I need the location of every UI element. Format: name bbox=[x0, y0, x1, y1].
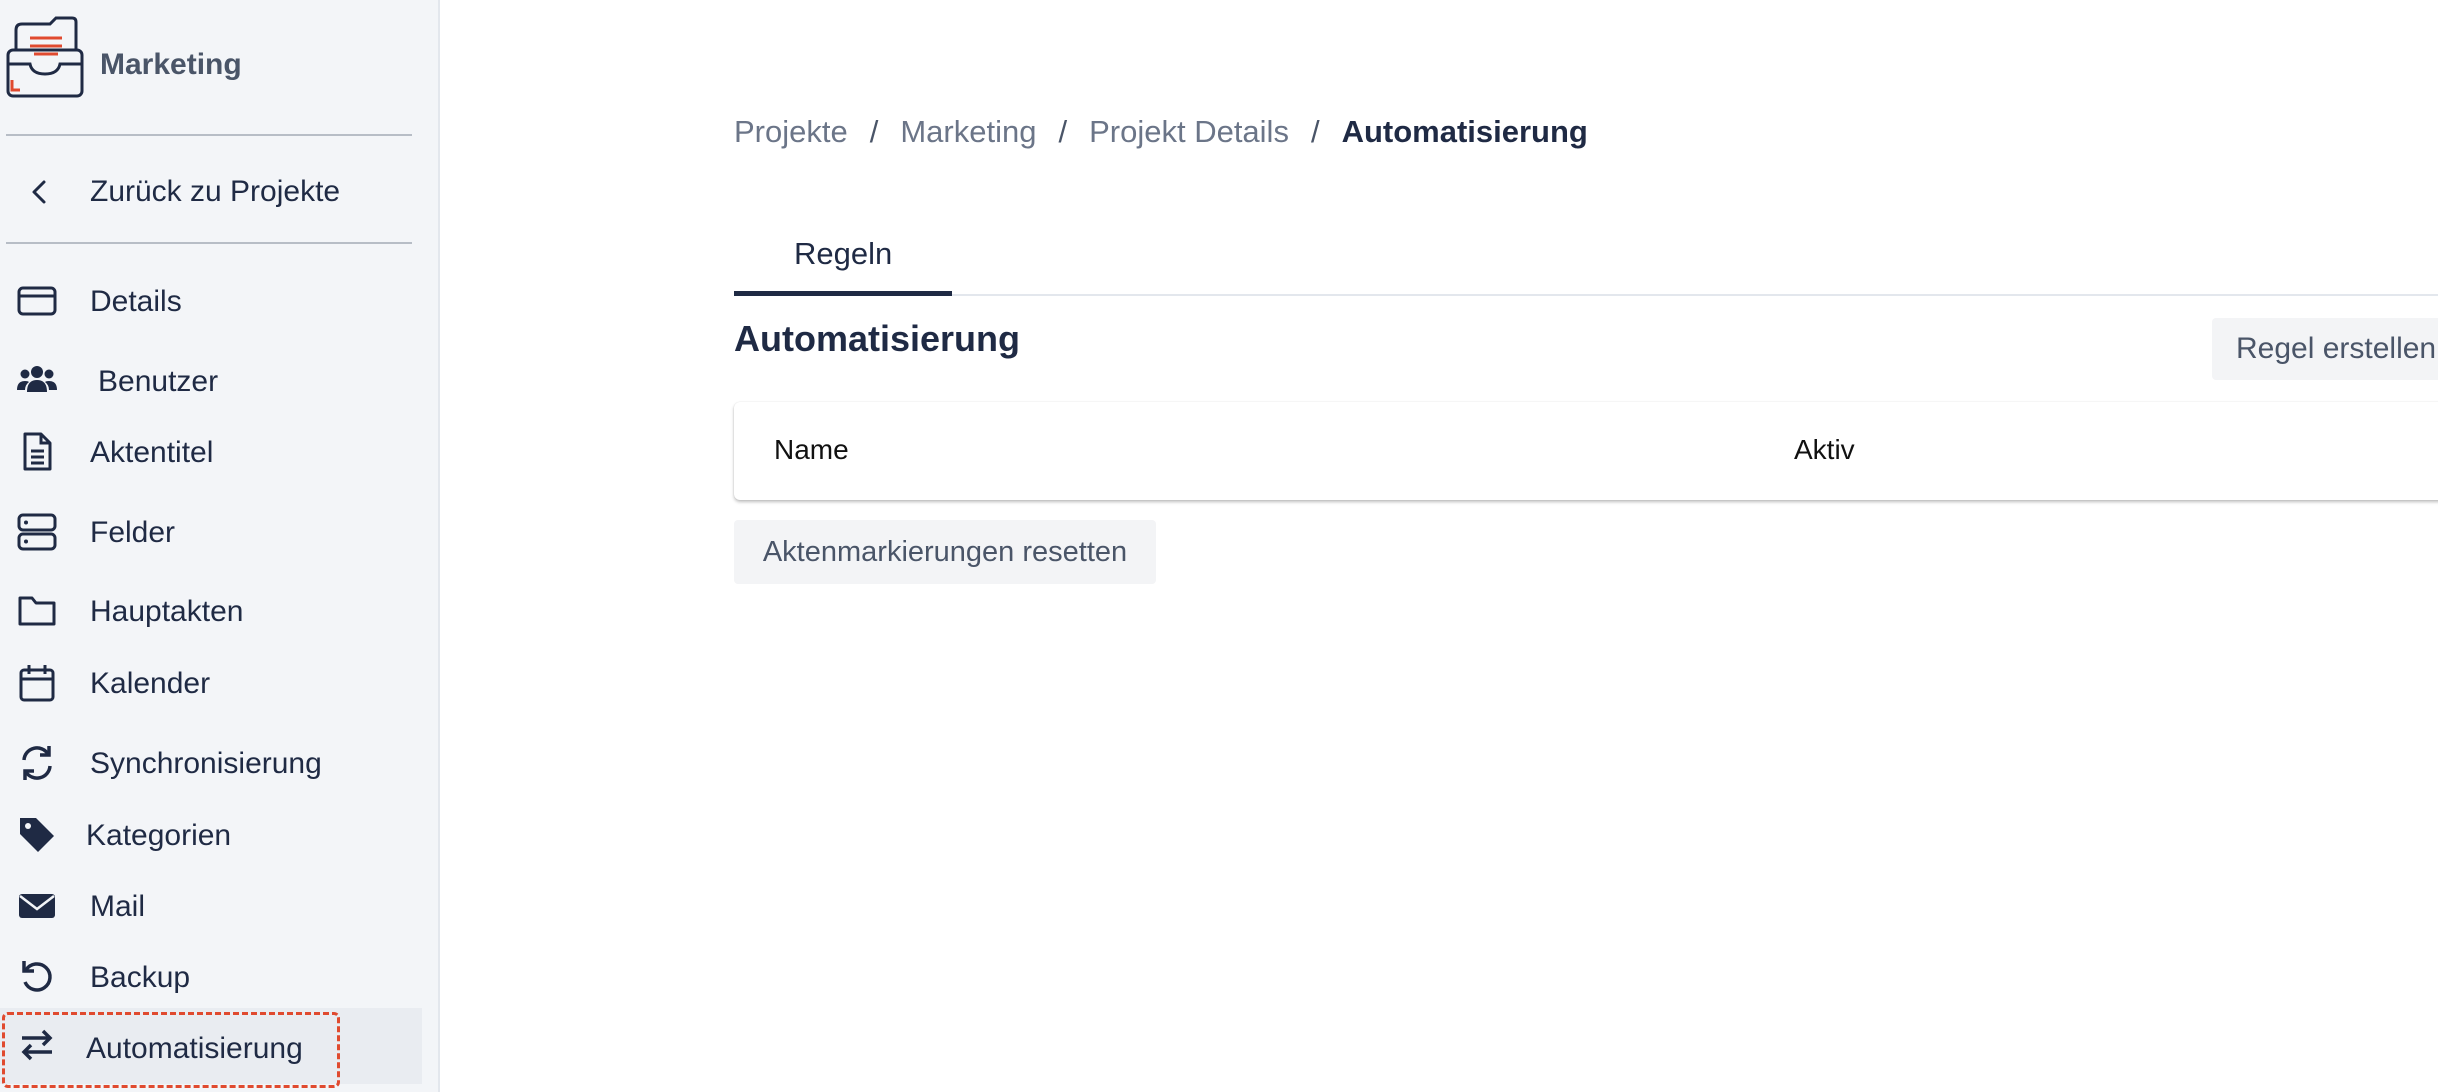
sidebar-item-label: Synchronisierung bbox=[90, 747, 322, 780]
sidebar: Marketing Zurück zu Projekte Details Ben… bbox=[0, 0, 440, 1092]
sidebar-item-label: Hauptakten bbox=[90, 595, 244, 628]
users-icon bbox=[17, 366, 57, 392]
sidebar-item-file-titles[interactable]: Aktentitel bbox=[0, 421, 440, 485]
sidebar-item-label: Aktentitel bbox=[90, 436, 214, 469]
sidebar-item-label: Felder bbox=[90, 516, 176, 549]
sidebar-item-backup[interactable]: Backup bbox=[0, 946, 440, 1010]
brand: Marketing bbox=[0, 10, 440, 110]
page-title: Automatisierung bbox=[734, 318, 1021, 359]
breadcrumb-project-details[interactable]: Projekt Details bbox=[1089, 114, 1289, 150]
breadcrumb-projects[interactable]: Projekte bbox=[734, 114, 848, 150]
sidebar-item-label: Kategorien bbox=[86, 819, 232, 852]
sidebar-item-label: Automatisierung bbox=[86, 1032, 303, 1065]
sidebar-item-label: Kalender bbox=[90, 667, 211, 700]
sidebar-item-sync[interactable]: Synchronisierung bbox=[0, 732, 440, 796]
document-icon bbox=[23, 432, 52, 471]
breadcrumb-current: Automatisierung bbox=[1341, 114, 1588, 149]
tab-label: Regeln bbox=[794, 236, 893, 271]
breadcrumb-marketing[interactable]: Marketing bbox=[900, 114, 1036, 150]
undo-icon bbox=[22, 961, 52, 992]
card-icon bbox=[17, 286, 57, 316]
inbox-tray-icon bbox=[6, 16, 84, 98]
breadcrumb-separator: / bbox=[1310, 114, 1320, 149]
chevron-left-icon bbox=[32, 180, 46, 204]
folder-icon bbox=[18, 596, 56, 626]
sidebar-item-label: Details bbox=[90, 285, 182, 318]
brand-name: Marketing bbox=[100, 48, 242, 81]
sync-icon bbox=[22, 746, 52, 780]
sidebar-item-categories[interactable]: Kategorien bbox=[0, 804, 440, 868]
arrows-exchange-icon bbox=[21, 1029, 53, 1061]
reset-file-markings-button[interactable]: Aktenmarkierungen resetten bbox=[734, 520, 1156, 584]
back-label: Zurück zu Projekte bbox=[90, 175, 341, 208]
sidebar-item-label: Mail bbox=[90, 890, 146, 923]
sidebar-item-details[interactable]: Details bbox=[0, 270, 440, 334]
back-to-projects-link[interactable]: Zurück zu Projekte bbox=[0, 160, 440, 224]
sidebar-item-automation[interactable]: Automatisierung bbox=[0, 1008, 422, 1088]
tag-icon bbox=[20, 818, 54, 852]
column-header-active[interactable]: Aktiv bbox=[1794, 434, 1855, 466]
main-content: Projekte / Marketing / Projekt Details / Autom… bbox=[442, 0, 2438, 1092]
sidebar-item-main-files[interactable]: Hauptakten bbox=[0, 580, 440, 644]
sidebar-item-fields[interactable]: Felder bbox=[0, 501, 440, 565]
breadcrumb-separator: / bbox=[869, 114, 879, 149]
divider bbox=[6, 242, 412, 244]
tab-bar: Regeln bbox=[734, 222, 2438, 296]
envelope-icon bbox=[19, 894, 55, 918]
server-icon bbox=[17, 513, 57, 551]
tab-rules[interactable]: Regeln bbox=[734, 222, 952, 296]
breadcrumb: Projekte / Marketing / Projekt Details / Autom… bbox=[734, 114, 1588, 150]
sidebar-item-users[interactable]: Benutzer bbox=[0, 350, 440, 414]
rules-table: Name Aktiv bbox=[734, 402, 2438, 500]
sidebar-item-mail[interactable]: Mail bbox=[0, 875, 440, 939]
sidebar-item-label: Benutzer bbox=[98, 365, 219, 398]
sidebar-item-calendar[interactable]: Kalender bbox=[0, 652, 440, 716]
app: Marketing Zurück zu Projekte Details Ben… bbox=[0, 0, 2438, 1092]
calendar-icon bbox=[19, 665, 55, 702]
sidebar-item-label: Backup bbox=[90, 961, 191, 994]
create-rule-button[interactable]: Regel erstellen bbox=[2212, 318, 2438, 380]
breadcrumb-separator: / bbox=[1058, 114, 1068, 149]
divider bbox=[6, 134, 412, 136]
column-header-name[interactable]: Name bbox=[774, 434, 849, 466]
